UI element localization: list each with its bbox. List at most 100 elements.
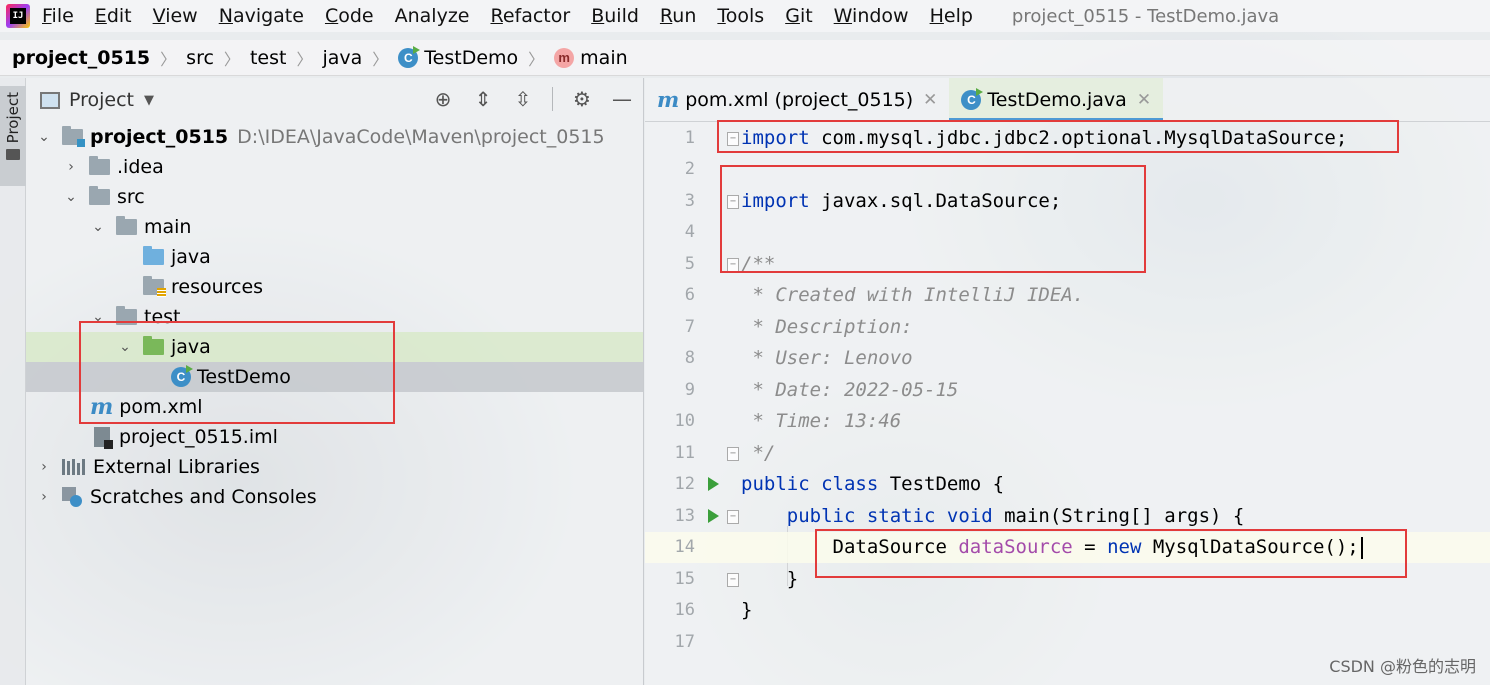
locate-file-icon[interactable]: ⊕ <box>432 87 454 111</box>
tree-item-test[interactable]: ⌄ test <box>26 302 643 332</box>
class-icon: C <box>398 45 421 68</box>
breadcrumb-separator-icon: 〉 <box>296 49 313 69</box>
menu-item-file[interactable]: File <box>42 5 74 27</box>
menu-item-navigate[interactable]: Navigate <box>219 5 304 27</box>
method-icon: m <box>554 47 575 68</box>
code-line: 15 − } <box>674 567 799 590</box>
code-line-current: 14 DataSource dataSource = new MysqlData… <box>645 531 1490 563</box>
toolbar-divider <box>552 87 553 111</box>
expand-all-icon[interactable]: ⇕ <box>472 87 494 111</box>
run-icon[interactable] <box>707 477 719 492</box>
maven-icon: m <box>657 87 680 112</box>
menu-item-code[interactable]: Code <box>325 5 374 27</box>
breadcrumb-method[interactable]: m main <box>554 47 628 69</box>
fold-icon[interactable]: − <box>727 131 739 146</box>
menu-item-run[interactable]: Run <box>660 5 696 27</box>
tree-item-testdemo[interactable]: C TestDemo <box>26 362 643 392</box>
chevron-right-icon[interactable]: › <box>36 459 52 475</box>
folder-icon <box>116 306 137 325</box>
module-file-icon <box>94 427 113 449</box>
hide-panel-icon[interactable]: — <box>611 87 633 111</box>
chevron-down-icon[interactable]: ⌄ <box>90 219 106 235</box>
breadcrumb-class-label: TestDemo <box>424 46 519 69</box>
tree-item-project-root[interactable]: ⌄ project_0515 D:\IDEA\JavaCode\Maven\pr… <box>26 122 643 152</box>
tree-item-test-java[interactable]: ⌄ java <box>26 332 643 362</box>
text-cursor <box>1360 536 1363 559</box>
project-panel-title[interactable]: Project <box>69 89 134 111</box>
tree-item-label: project_0515.iml <box>119 426 278 448</box>
resources-folder-icon <box>143 276 166 297</box>
library-icon <box>62 459 85 475</box>
project-path: D:\IDEA\JavaCode\Maven\project_0515 <box>237 126 605 148</box>
fold-icon[interactable]: − <box>727 194 739 209</box>
chevron-down-icon[interactable]: ⌄ <box>36 129 52 145</box>
breadcrumb-separator-icon: 〉 <box>223 49 240 69</box>
menu-item-help[interactable]: Help <box>930 5 973 27</box>
tree-item-label: .idea <box>117 156 164 178</box>
tree-item-pom[interactable]: m pom.xml <box>26 392 643 422</box>
code-line: 13 − public static void main(String[] ar… <box>674 504 1245 527</box>
tab-label: pom.xml (project_0515) <box>685 88 914 111</box>
editor-tabs: m pom.xml (project_0515) ✕ C TestDemo.ja… <box>645 78 1490 122</box>
menu-item-git[interactable]: Git <box>785 5 812 27</box>
fold-icon[interactable]: − <box>727 572 739 587</box>
tab-pom-xml[interactable]: m pom.xml (project_0515) ✕ <box>645 78 949 121</box>
breadcrumb-class[interactable]: C TestDemo <box>398 45 519 69</box>
menu-item-tools[interactable]: Tools <box>717 5 764 27</box>
collapse-all-icon[interactable]: ⇳ <box>512 87 534 111</box>
tree-item-main[interactable]: ⌄ main <box>26 212 643 242</box>
close-icon[interactable]: ✕ <box>1137 90 1151 110</box>
tree-item-label: src <box>117 186 145 208</box>
tree-item-main-java[interactable]: java <box>26 242 643 272</box>
chevron-right-icon[interactable]: › <box>36 489 52 505</box>
menu-item-refactor[interactable]: Refactor <box>490 5 570 27</box>
source-folder-icon <box>143 246 164 265</box>
menu-item-edit[interactable]: Edit <box>95 5 132 27</box>
chevron-down-icon[interactable]: ⌄ <box>63 189 79 205</box>
tab-testdemo-java[interactable]: C TestDemo.java ✕ <box>949 78 1164 122</box>
folder-icon <box>6 149 20 161</box>
fold-icon[interactable]: − <box>727 257 739 272</box>
code-line: 4 <box>684 222 695 243</box>
tree-item-label: java <box>171 336 211 358</box>
tree-item-idea[interactable]: › .idea <box>26 152 643 182</box>
gear-icon[interactable]: ⚙ <box>571 87 593 111</box>
project-panel: Project ▼ ⊕ ⇕ ⇳ ⚙ — ⌄ project_0515 D:\ID… <box>26 78 644 685</box>
code-line: 8 * User: Lenovo <box>684 347 913 370</box>
tree-item-scratches[interactable]: › Scratches and Consoles <box>26 482 643 512</box>
run-icon[interactable] <box>707 508 719 523</box>
chevron-right-icon[interactable]: › <box>63 159 79 175</box>
project-view-icon <box>40 91 60 109</box>
tree-item-label: test <box>144 306 181 328</box>
breadcrumb-src[interactable]: src <box>186 47 214 69</box>
code-line: 12 public class TestDemo { <box>674 473 1005 496</box>
tree-item-resources[interactable]: resources <box>26 272 643 302</box>
chevron-down-icon[interactable]: ⌄ <box>90 309 106 325</box>
project-tool-tab[interactable]: Project <box>0 86 26 186</box>
class-icon: C <box>961 87 984 110</box>
close-icon[interactable]: ✕ <box>923 90 937 110</box>
tree-item-external-libraries[interactable]: › External Libraries <box>26 452 643 482</box>
tree-item-src[interactable]: ⌄ src <box>26 182 643 212</box>
breadcrumb-test[interactable]: test <box>250 47 287 69</box>
chevron-down-icon[interactable]: ▼ <box>144 93 154 108</box>
menu-item-view[interactable]: View <box>153 5 198 27</box>
menu-item-window[interactable]: Window <box>834 5 909 27</box>
tree-item-label: main <box>144 216 192 238</box>
breadcrumb-project[interactable]: project_0515 <box>12 47 150 69</box>
fold-icon[interactable]: − <box>727 446 739 461</box>
tree-item-label: TestDemo <box>197 366 291 388</box>
tree-item-iml[interactable]: project_0515.iml <box>26 422 643 452</box>
breadcrumb-java[interactable]: java <box>322 47 362 69</box>
code-line: 2 <box>684 159 695 180</box>
fold-icon[interactable]: − <box>727 509 739 524</box>
menu-item-build[interactable]: Build <box>591 5 639 27</box>
menu-item-analyze[interactable]: Analyze <box>395 5 470 27</box>
watermark: CSDN @粉色的志明 <box>1329 657 1476 676</box>
test-folder-icon <box>143 336 164 355</box>
project-folder-icon <box>62 126 85 147</box>
folder-icon <box>116 216 137 235</box>
code-editor: m pom.xml (project_0515) ✕ C TestDemo.ja… <box>645 78 1490 685</box>
chevron-down-icon[interactable]: ⌄ <box>117 339 133 355</box>
code-line: 3 − import javax.sql.DataSource; <box>684 189 1062 212</box>
